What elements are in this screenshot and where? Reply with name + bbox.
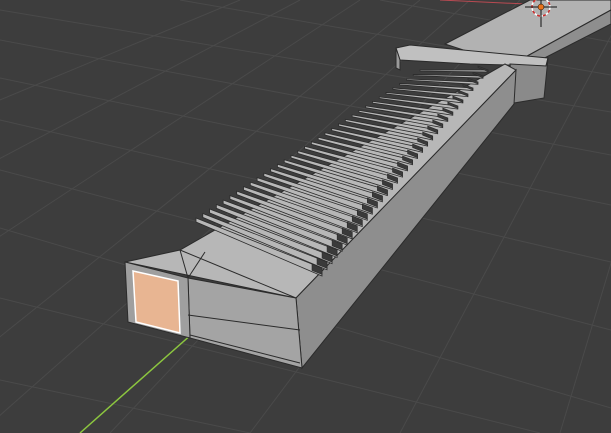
viewport-canvas[interactable]	[0, 0, 611, 433]
object-origin-dot	[537, 3, 545, 11]
3d-viewport[interactable]	[0, 0, 611, 433]
selected-face[interactable]	[132, 270, 181, 334]
